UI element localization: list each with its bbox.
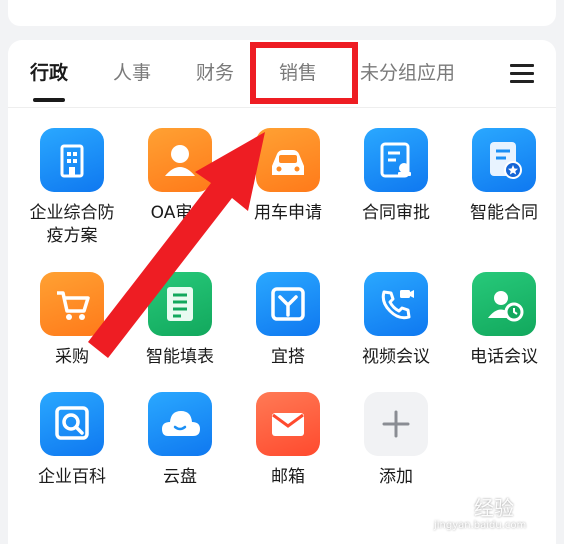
form-icon	[148, 272, 212, 336]
app-label: 合同审批	[362, 203, 430, 223]
app-smart-form[interactable]: 智能填表	[126, 272, 234, 369]
app-vehicle-request[interactable]: 用车申请	[234, 128, 342, 225]
mail-icon	[256, 392, 320, 456]
app-cloud-drive[interactable]: 云盘	[126, 392, 234, 489]
app-label: 电话会议	[470, 347, 538, 367]
video-call-icon	[364, 272, 428, 336]
tab-admin[interactable]: 行政	[30, 60, 68, 86]
phone-meeting-icon	[472, 272, 536, 336]
app-yida[interactable]: 宜搭	[234, 272, 342, 369]
plus-icon	[364, 392, 428, 456]
app-label: 宜搭	[271, 347, 305, 367]
watermark-brand: 经验	[474, 496, 514, 520]
app-label: 云盘	[163, 467, 197, 487]
app-smart-contract[interactable]: 智能合同	[450, 128, 556, 225]
cloud-drive-icon	[148, 392, 212, 456]
app-encyclopedia[interactable]: 企业百科	[18, 392, 126, 489]
paw-logo-icon	[438, 489, 466, 518]
app-label: 视频会议	[362, 347, 430, 367]
app-phone-meeting[interactable]: 电话会议	[450, 272, 556, 369]
top-card	[8, 0, 556, 26]
app-oa-approval[interactable]: OA审批	[126, 128, 234, 225]
app-mailbox[interactable]: 邮箱	[234, 392, 342, 489]
app-label: 企业综合防 疫方案	[29, 203, 115, 246]
app-procurement[interactable]: 采购	[18, 272, 126, 369]
encyclopedia-search-icon	[40, 392, 104, 456]
person-badge-icon	[148, 128, 212, 192]
highlight-box	[250, 42, 358, 104]
cart-icon	[40, 272, 104, 336]
active-tab-indicator	[33, 98, 65, 102]
building-icon	[40, 128, 104, 192]
watermark-url: jingyan.baidu.com	[434, 520, 527, 531]
baidu-jingyan-watermark: 经验 jingyan.baidu.com	[430, 484, 555, 536]
app-video-meeting[interactable]: 视频会议	[342, 272, 450, 369]
smart-contract-icon	[472, 128, 536, 192]
app-add[interactable]: 添加	[342, 392, 450, 489]
app-label: 采购	[55, 347, 89, 367]
app-panel: 行政 人事 财务 销售 未分组应用 企业综合防 疫方案 OA审批 用车申请 合同…	[8, 40, 556, 544]
tab-finance[interactable]: 财务	[196, 60, 234, 86]
app-label: 智能合同	[470, 203, 538, 223]
app-label: 用车申请	[254, 203, 322, 223]
contract-stamp-icon	[364, 128, 428, 192]
app-epidemic-plan[interactable]: 企业综合防 疫方案	[18, 128, 126, 248]
tab-hr[interactable]: 人事	[113, 60, 151, 86]
menu-icon[interactable]	[510, 64, 534, 84]
app-contract-approval[interactable]: 合同审批	[342, 128, 450, 225]
app-label: 邮箱	[271, 467, 305, 487]
tab-ungrouped[interactable]: 未分组应用	[360, 60, 455, 86]
app-label: 企业百科	[38, 467, 106, 487]
yida-icon	[256, 272, 320, 336]
app-label: 智能填表	[146, 347, 214, 367]
app-label: OA审批	[150, 203, 210, 223]
car-icon	[256, 128, 320, 192]
